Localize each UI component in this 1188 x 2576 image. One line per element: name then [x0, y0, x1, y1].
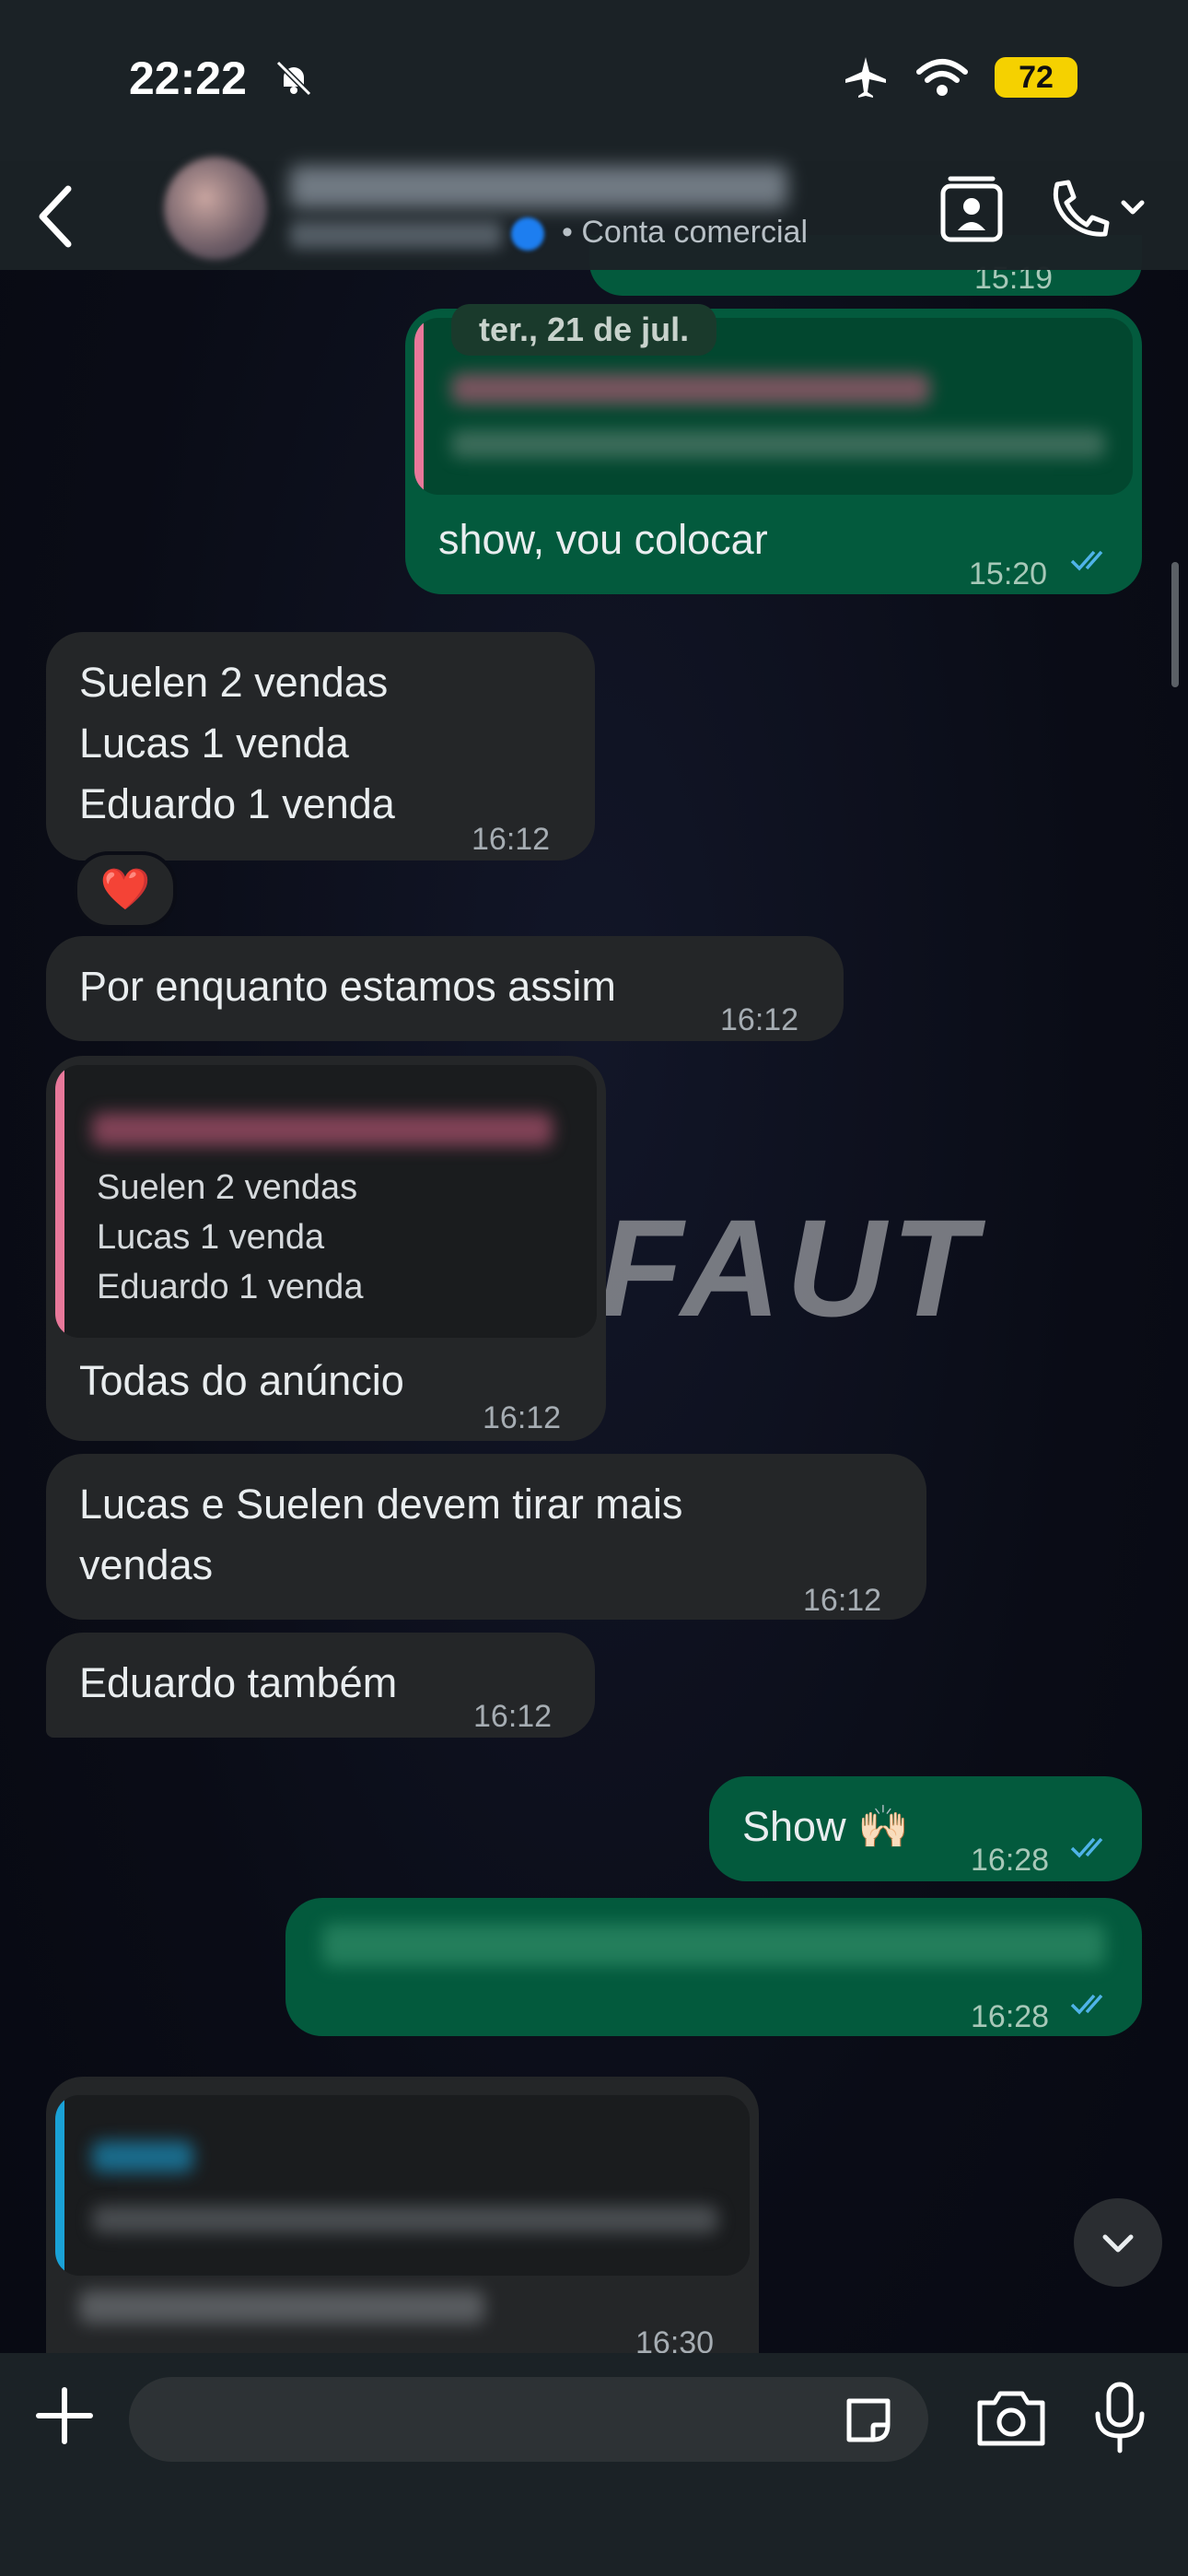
message-bubble-incoming[interactable]: Lucas e Suelen devem tirar mais vendas 1…	[46, 1454, 926, 1620]
message-line: Lucas 1 venda	[79, 720, 349, 767]
message-text: Show 🙌🏻	[742, 1803, 910, 1850]
message-time: 16:28	[971, 1843, 1050, 1878]
status-icons: 72	[842, 55, 1077, 100]
message-bubble-incoming[interactable]: Eduardo também 16:12	[46, 1633, 595, 1738]
message-bubble-incoming[interactable]: Suelen 2 vendas Lucas 1 venda Eduardo 1 …	[46, 1056, 606, 1441]
message-time: 16:12	[483, 1400, 562, 1435]
read-ticks-icon	[1070, 1994, 1103, 2015]
message-text: Todas do anúncio	[79, 1357, 404, 1404]
business-account-label: • Conta comercial	[562, 215, 809, 250]
quoted-line: Eduardo 1 venda	[97, 1268, 364, 1306]
message-time: 16:28	[971, 1999, 1050, 2034]
message-input[interactable]	[129, 2377, 928, 2462]
message-bubble-outgoing[interactable]: 16:28	[285, 1898, 1142, 2036]
heart-reaction-icon[interactable]: ❤️	[74, 851, 177, 929]
battery-indicator: 72	[995, 57, 1077, 98]
message-time: 16:12	[473, 1699, 553, 1734]
read-ticks-icon	[1070, 1837, 1103, 1858]
phone-call-icon[interactable]	[1046, 175, 1147, 241]
scroll-indicator[interactable]	[1171, 562, 1179, 687]
message-time: 16:12	[803, 1583, 882, 1618]
quoted-message[interactable]	[55, 2095, 750, 2276]
message-line: vendas	[79, 1541, 214, 1588]
quoted-text	[92, 2206, 718, 2233]
wifi-icon	[916, 59, 968, 96]
quoted-message[interactable]: Suelen 2 vendas Lucas 1 venda Eduardo 1 …	[55, 1065, 597, 1338]
quote-accent-bar	[414, 318, 424, 495]
quote-accent-bar	[55, 1065, 64, 1338]
verified-badge-icon	[511, 217, 544, 251]
quoted-text	[451, 430, 1105, 458]
bell-slash-icon	[275, 60, 312, 97]
quoted-line: Suelen 2 vendas	[97, 1168, 358, 1207]
scroll-to-bottom-button[interactable]	[1074, 2198, 1162, 2287]
camera-icon[interactable]	[974, 2384, 1048, 2451]
message-text-blurred	[79, 2290, 484, 2324]
contact-number-blurred	[290, 221, 502, 249]
quote-accent-bar	[55, 2095, 64, 2276]
contact-card-icon[interactable]	[938, 171, 1006, 243]
status-time: 22:22	[129, 53, 247, 104]
message-time: 16:12	[720, 1002, 799, 1037]
message-text-blurred	[322, 1924, 1105, 1966]
date-chip: ter., 21 de jul.	[451, 304, 717, 356]
quoted-sender-name	[92, 2141, 193, 2172]
message-text: Por enquanto estamos assim	[79, 963, 616, 1010]
quoted-sender-name	[92, 1113, 553, 1146]
contact-name-blurred[interactable]	[290, 166, 787, 208]
contact-avatar[interactable]	[164, 157, 267, 260]
message-bubble-incoming[interactable]: Suelen 2 vendas Lucas 1 venda Eduardo 1 …	[46, 632, 595, 861]
message-time: 16:12	[472, 822, 551, 857]
plus-icon[interactable]	[33, 2384, 96, 2447]
message-line: Lucas e Suelen devem tirar mais	[79, 1481, 683, 1528]
message-bubble-outgoing[interactable]: Show 🙌🏻 16:28	[709, 1776, 1142, 1881]
message-bubble-incoming[interactable]: Por enquanto estamos assim 16:12	[46, 936, 844, 1041]
message-text: Eduardo também	[79, 1659, 398, 1706]
wallpaper-watermark: FAUT	[599, 1190, 982, 1345]
back-chevron-icon[interactable]	[28, 180, 83, 253]
read-ticks-icon	[1070, 550, 1103, 571]
quoted-sender-name	[451, 373, 930, 404]
message-time: 15:20	[969, 556, 1048, 591]
message-text: show, vou colocar	[438, 516, 768, 563]
airplane-icon	[845, 57, 886, 98]
quoted-line: Lucas 1 venda	[97, 1218, 325, 1257]
chevron-down-icon	[1102, 2234, 1134, 2253]
message-bubble-incoming[interactable]: 16:30	[46, 2077, 759, 2360]
microphone-icon[interactable]	[1090, 2381, 1149, 2454]
sticker-icon[interactable]	[840, 2392, 897, 2449]
message-line: Suelen 2 vendas	[79, 659, 389, 706]
